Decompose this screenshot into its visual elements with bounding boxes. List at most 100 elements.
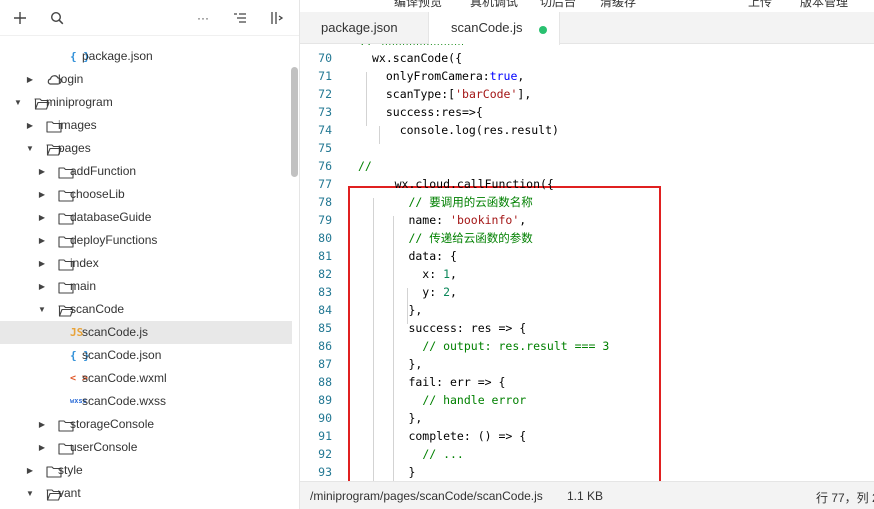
chevron-right-icon[interactable]: ▶ xyxy=(37,229,47,252)
line-number: 78 xyxy=(318,195,332,209)
code-line: 90 }, xyxy=(300,409,874,427)
line-75-partial: // ░░░░░░░░░░░░ xyxy=(360,44,560,45)
code-line: 87 }, xyxy=(300,355,874,373)
chevron-right-icon[interactable]: ▶ xyxy=(25,459,35,482)
tree-item[interactable]: { } package.json xyxy=(0,45,292,68)
tree-item[interactable]: ▼ pages xyxy=(0,137,292,160)
chevron-right-icon[interactable]: ▶ xyxy=(25,114,35,137)
tree-item[interactable]: ▶ chooseLib xyxy=(0,183,292,206)
tree-item[interactable]: ▶ main xyxy=(0,275,292,298)
line-number: 79 xyxy=(318,213,332,227)
code-text: // 要调用的云函数名称 xyxy=(408,195,533,209)
menu-upload[interactable]: 上传 xyxy=(748,0,772,10)
tree-item[interactable]: { } scanCode.json xyxy=(0,344,292,367)
code-text: y: 2, xyxy=(360,285,457,299)
tree-item[interactable]: ▶ userConsole xyxy=(0,436,292,459)
menu-device-debug[interactable]: 真机调试 xyxy=(470,0,518,10)
explorer-scrollbar[interactable] xyxy=(291,67,298,177)
more-icon[interactable]: ··· xyxy=(194,9,212,27)
code-text: wx.cloud.callFunction({ xyxy=(360,177,554,191)
tree-item[interactable]: ▶ index xyxy=(0,252,292,275)
chevron-right-icon[interactable]: ▶ xyxy=(37,252,47,275)
status-bar: /miniprogram/pages/scanCode/scanCode.js … xyxy=(300,481,874,509)
tree-item-label: main xyxy=(70,279,97,293)
line-number: 77 xyxy=(318,177,332,191)
code-text: console.log(res.result) xyxy=(372,123,559,137)
code-line: 93 } xyxy=(300,463,874,481)
code-line: 75 xyxy=(300,139,874,157)
line-number: 72 xyxy=(318,87,332,101)
tree-item[interactable]: ▶ deployFunctions xyxy=(0,229,292,252)
chevron-right-icon[interactable]: ▶ xyxy=(37,160,47,183)
chevron-right-icon[interactable]: ▶ xyxy=(37,206,47,229)
code-line: 79 name: 'bookinfo', xyxy=(300,211,874,229)
tree-item[interactable]: ▼ miniprogram xyxy=(0,91,292,114)
menu-compile[interactable]: 编译 xyxy=(394,0,418,10)
tree-item[interactable]: wxss scanCode.wxss xyxy=(0,390,292,413)
menu-background[interactable]: 切后台 xyxy=(540,0,576,10)
tree-item[interactable]: ▶ storageConsole xyxy=(0,413,292,436)
tree-item[interactable]: ▶ images xyxy=(0,114,292,137)
tree-item[interactable]: ▼ scanCode xyxy=(0,298,292,321)
code-area[interactable]: // ░░░░░░░░░░░░ 70 wx.scanCode({ 71 onlyFr… xyxy=(300,44,874,481)
code-line: 72 scanType:['barCode'], xyxy=(300,85,874,103)
line-number: 84 xyxy=(318,303,332,317)
code-line: 91 complete: () => { xyxy=(300,427,874,445)
code-line: 84 }, xyxy=(300,301,874,319)
tree-item-label: deployFunctions xyxy=(70,233,158,247)
top-menubar: 编译 预览 真机调试 切后台 清缓存 上传 版本管理 xyxy=(300,0,874,12)
line-number: 76 xyxy=(318,159,332,173)
tree-item-label: package.json xyxy=(82,49,153,63)
tree-item[interactable]: JS scanCode.js xyxy=(0,321,292,344)
plus-icon[interactable] xyxy=(11,9,29,27)
code-line: 81 data: { xyxy=(300,247,874,265)
code-line: 89 // handle error xyxy=(300,391,874,409)
code-line: 77 wx.cloud.callFunction({ xyxy=(300,175,874,193)
line-number: 91 xyxy=(318,429,332,443)
tab-package-json[interactable]: package.json xyxy=(321,12,431,44)
menu-preview[interactable]: 预览 xyxy=(418,0,442,10)
menu-version[interactable]: 版本管理 xyxy=(800,0,848,10)
code-text: }, xyxy=(360,303,423,317)
line-number: 87 xyxy=(318,357,332,371)
line-number: 82 xyxy=(318,267,332,281)
tree-item-label: scanCode.js xyxy=(82,325,149,339)
chevron-right-icon[interactable]: ▶ xyxy=(25,68,35,91)
line-number: 80 xyxy=(318,231,332,245)
code-text: data: { xyxy=(360,249,457,263)
tree-item-label: userConsole xyxy=(70,440,138,454)
tree-item[interactable]: ▼ vant xyxy=(0,482,292,505)
code-line: 70 wx.scanCode({ xyxy=(300,49,874,67)
tree-item[interactable]: ▶ login xyxy=(0,68,292,91)
line-number: 70 xyxy=(318,51,332,65)
tree-item[interactable]: ▶ databaseGuide xyxy=(0,206,292,229)
tab-scancode-js[interactable]: scanCode.js xyxy=(428,12,560,45)
chevron-right-icon[interactable]: ▶ xyxy=(37,413,47,436)
code-text: // 传递给云函数的参数 xyxy=(408,231,533,245)
status-cursor-position[interactable]: 行 77，列 2 xyxy=(816,489,874,506)
collapse-icon[interactable] xyxy=(231,9,249,27)
status-file-path: /miniprogram/pages/scanCode/scanCode.js xyxy=(310,489,543,503)
tree-item-label: chooseLib xyxy=(70,187,125,201)
search-icon[interactable] xyxy=(48,9,66,27)
chevron-down-icon[interactable]: ▼ xyxy=(13,91,23,114)
chevron-down-icon[interactable]: ▼ xyxy=(37,298,47,321)
tree-item-label: index xyxy=(70,256,99,270)
chevron-right-icon[interactable]: ▶ xyxy=(37,183,47,206)
tree-item[interactable]: ▶ style xyxy=(0,459,292,482)
tree-item-label: databaseGuide xyxy=(70,210,152,224)
code-text: }, xyxy=(360,357,423,371)
tree-item[interactable]: < > scanCode.wxml xyxy=(0,367,292,390)
line-number: 86 xyxy=(318,339,332,353)
tree-item[interactable]: ▶ addFunction xyxy=(0,160,292,183)
split-icon[interactable] xyxy=(268,9,286,27)
chevron-right-icon[interactable]: ▶ xyxy=(37,275,47,298)
chevron-right-icon[interactable]: ▶ xyxy=(37,436,47,459)
line-number: 71 xyxy=(318,69,332,83)
chevron-down-icon[interactable]: ▼ xyxy=(25,482,35,505)
line-number: 93 xyxy=(318,465,332,479)
code-line: 80 // 传递给云函数的参数 xyxy=(300,229,874,247)
menu-clear-cache[interactable]: 清缓存 xyxy=(600,0,636,10)
code-text: onlyFromCamera:true, xyxy=(372,69,525,83)
chevron-down-icon[interactable]: ▼ xyxy=(25,137,35,160)
